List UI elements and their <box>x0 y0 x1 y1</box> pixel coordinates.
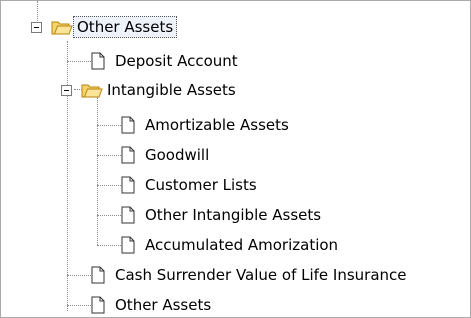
tree-connector-h <box>97 215 121 216</box>
tree-connector-h <box>97 185 121 186</box>
tree-node-customer-lists[interactable]: Customer Lists <box>121 172 259 198</box>
tree-node-label: Deposit Account <box>115 52 238 70</box>
tree-connector-root-children <box>67 41 68 311</box>
tree-node-label: Accumulated Amorization <box>145 236 339 254</box>
tree-connector-h <box>67 61 91 62</box>
tree-node-label: Other Intangible Assets <box>145 206 322 224</box>
tree-connector-h <box>67 275 91 276</box>
tree-node-label: Customer Lists <box>145 176 257 194</box>
document-icon <box>91 52 105 70</box>
tree-connector-h <box>97 125 121 126</box>
tree-node-other-intangible-assets[interactable]: Other Intangible Assets <box>121 202 323 228</box>
tree-node-label: Amortizable Assets <box>145 116 289 134</box>
document-icon <box>121 176 135 194</box>
tree-node-deposit-account[interactable]: Deposit Account <box>91 48 240 74</box>
tree-node-label: Other Assets <box>115 296 212 314</box>
collapse-toggle-other-assets[interactable] <box>31 22 42 33</box>
tree-node-other-assets-leaf[interactable]: Other Assets <box>91 292 213 318</box>
tree-connector-h <box>67 305 91 306</box>
tree-connector-intangible-children <box>97 97 98 245</box>
tree-connector-top <box>37 1 38 23</box>
tree-node-label: Goodwill <box>145 146 210 164</box>
tree-node-goodwill[interactable]: Goodwill <box>121 142 211 168</box>
tree-node-amortizable-assets[interactable]: Amortizable Assets <box>121 112 291 138</box>
tree-connector-h <box>97 245 121 246</box>
open-folder-icon <box>51 19 73 35</box>
tree-node-label: Cash Surrender Value of Life Insurance <box>115 266 407 284</box>
tree-node-label: Intangible Assets <box>107 81 236 99</box>
open-folder-icon <box>81 82 103 98</box>
tree-node-other-assets[interactable]: Other Assets <box>51 14 178 40</box>
document-icon <box>121 206 135 224</box>
document-icon <box>91 266 105 284</box>
tree-node-cash-surrender-value[interactable]: Cash Surrender Value of Life Insurance <box>91 262 409 288</box>
tree-connector-h <box>97 155 121 156</box>
tree-node-intangible-assets[interactable]: Intangible Assets <box>81 77 238 103</box>
document-icon <box>121 116 135 134</box>
document-icon <box>121 236 135 254</box>
tree-node-label: Other Assets <box>73 16 178 38</box>
tree-node-accumulated-amorization[interactable]: Accumulated Amorization <box>121 232 340 258</box>
tree-view: Other Assets Deposit Account Intangible … <box>0 0 471 318</box>
document-icon <box>91 296 105 314</box>
collapse-toggle-intangible-assets[interactable] <box>61 85 72 96</box>
document-icon <box>121 146 135 164</box>
